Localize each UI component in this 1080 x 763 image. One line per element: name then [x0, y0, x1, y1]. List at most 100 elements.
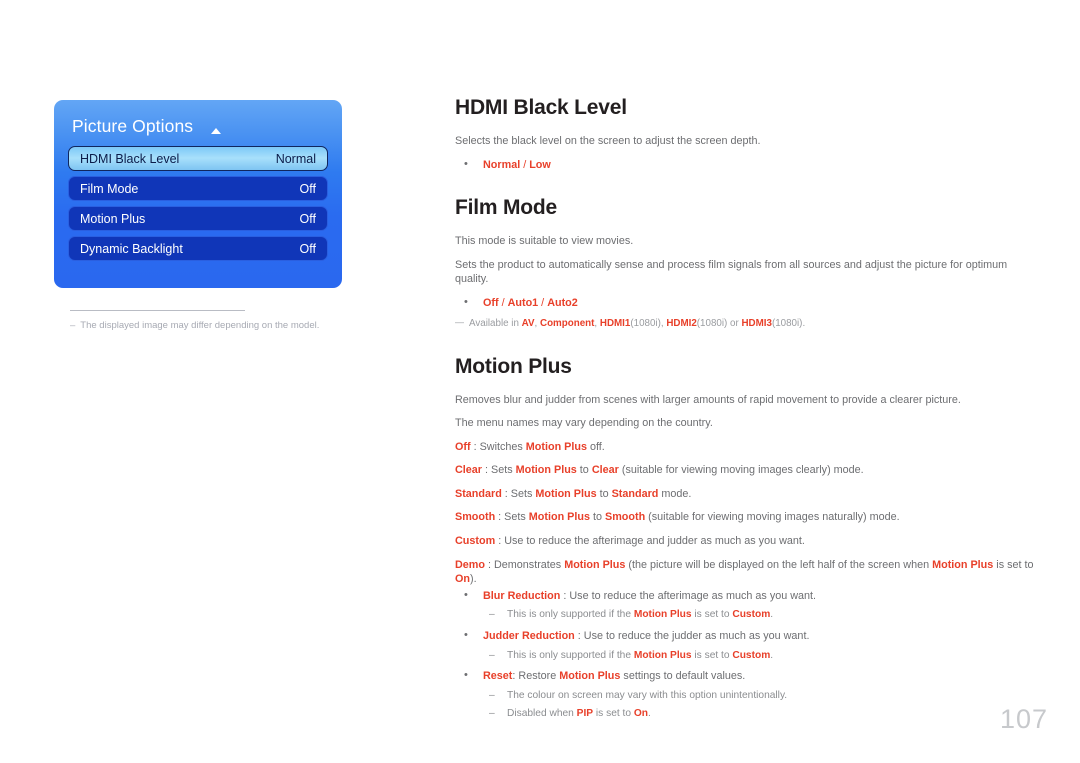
mode-target: Custom	[732, 609, 771, 621]
osd-title: Picture Options	[72, 116, 194, 136]
mode-name: Demo	[455, 558, 485, 571]
osd-row-value: Off	[299, 211, 316, 226]
option-value: Off	[483, 296, 499, 309]
osd-row-hdmi-black-level[interactable]: HDMI Black Level Normal	[68, 146, 328, 171]
feature-ref: Motion Plus	[528, 511, 590, 524]
osd-row-label: Motion Plus	[80, 211, 146, 226]
option-list-item: Off / Auto1 / Auto2	[455, 295, 1035, 311]
mode-target: Clear	[591, 464, 619, 477]
source-av: AV	[521, 318, 535, 330]
option-list-item: Normal / Low	[455, 157, 1035, 173]
osd-menu-illustration: Picture Options HDMI Black Level Normal …	[54, 100, 342, 332]
mode-name: Standard	[455, 487, 502, 500]
osd-row-film-mode[interactable]: Film Mode Off	[68, 176, 328, 201]
feature-ref: Motion Plus	[515, 464, 577, 477]
option-value: Auto2	[547, 296, 578, 309]
option-list: Normal / Low	[455, 157, 1035, 173]
mode-text: (suitable for viewing moving images natu…	[645, 511, 900, 524]
sub-note-pre: This is only supported if the	[507, 609, 634, 621]
osd-row-dynamic-backlight[interactable]: Dynamic Backlight Off	[68, 236, 328, 261]
osd-row-value: Off	[299, 181, 316, 196]
feature-ref: Motion Plus	[932, 558, 994, 571]
sub-note-mid: is set to	[691, 609, 733, 621]
option-value: Normal	[483, 158, 521, 171]
mode-text: : Sets	[501, 487, 536, 500]
divider	[70, 310, 245, 311]
availability-note: Available in AV, Component, HDMI1(1080i)…	[455, 316, 1035, 330]
section-description: Selects the black level on the screen to…	[455, 135, 761, 147]
section-heading: Motion Plus	[455, 354, 572, 378]
sub-option-list: Blur Reduction : Use to reduce the after…	[455, 588, 1035, 721]
osd-row-value: Normal	[275, 151, 316, 166]
picture-options-menu: Picture Options HDMI Black Level Normal …	[54, 100, 342, 288]
bullet-name: Blur Reduction	[483, 589, 561, 602]
mode-text: : Sets	[495, 511, 529, 524]
bullet-text: settings to default values.	[620, 670, 746, 683]
bullet-reset: Reset: Restore Motion Plus settings to d…	[455, 668, 1035, 721]
mode-off: Off : Switches Motion Plus off.	[455, 440, 1035, 455]
mode-text: (the picture will be displayed on the le…	[625, 558, 933, 571]
section-paragraph: Sets the product to automatically sense …	[455, 258, 1008, 286]
mode-text: : Sets	[482, 464, 516, 477]
section-hdmi-black-level: HDMI Black Level Selects the black level…	[455, 96, 1035, 172]
bullet-text: : Use to reduce the judder as much as yo…	[574, 629, 810, 642]
mode-standard: Standard : Sets Motion Plus to Standard …	[455, 487, 1035, 502]
mode-name: Custom	[455, 534, 496, 547]
triangle-up-icon	[211, 127, 222, 134]
mode-text: off.	[586, 440, 605, 453]
sub-note: Disabled when PIP is set to On.	[483, 707, 1035, 721]
mode-target: On	[633, 707, 648, 719]
sub-note: The colour on screen may vary with this …	[483, 689, 1035, 703]
osd-header: Picture Options	[54, 116, 342, 146]
section-motion-plus: Motion Plus Removes blur and judder from…	[455, 355, 1035, 721]
mode-target: On	[455, 573, 470, 586]
section-paragraph: This mode is suitable to view movies.	[455, 235, 634, 248]
qualifier: (1080i)	[630, 318, 661, 330]
option-list: Off / Auto1 / Auto2	[455, 295, 1035, 311]
feature-ref: Motion Plus	[535, 487, 597, 500]
source-hdmi3: HDMI3	[741, 318, 772, 330]
section-heading: HDMI Black Level	[455, 96, 627, 119]
mode-custom: Custom : Use to reduce the afterimage an…	[455, 534, 1035, 549]
feature-ref: Motion Plus	[559, 670, 621, 683]
source-hdmi1: HDMI1	[599, 318, 631, 330]
osd-row-label: Film Mode	[80, 181, 139, 196]
qualifier: (1080i)	[696, 318, 728, 330]
section-paragraph: Removes blur and judder from scenes with…	[455, 393, 961, 406]
mode-text: ).	[470, 573, 477, 586]
mode-name: Smooth	[455, 511, 496, 524]
qualifier: (1080i)	[771, 318, 803, 330]
mode-text: to	[589, 511, 605, 524]
bullet-name: Reset	[483, 670, 513, 683]
mode-text: to	[596, 487, 612, 500]
sub-note-post: .	[648, 707, 651, 719]
feature-ref: Motion Plus	[633, 609, 692, 621]
page-number: 107	[999, 704, 1048, 734]
feature-ref-pip: PIP	[576, 707, 594, 719]
period: .	[802, 318, 806, 330]
option-value: Low	[529, 158, 551, 171]
option-value: Auto1	[507, 296, 539, 309]
mode-text: : Switches	[470, 440, 526, 453]
sub-note: This is only supported if the Motion Plu…	[483, 608, 1035, 622]
sub-note-pre: This is only supported if the	[507, 649, 634, 661]
mode-text: mode.	[658, 487, 692, 500]
section-paragraph: The menu names may vary depending on the…	[455, 417, 713, 430]
bullet-blur-reduction: Blur Reduction : Use to reduce the after…	[455, 588, 1035, 622]
osd-row-motion-plus[interactable]: Motion Plus Off	[68, 206, 328, 231]
document-content: HDMI Black Level Selects the black level…	[455, 96, 1035, 727]
image-disclaimer-note: – The displayed image may differ dependi…	[70, 320, 342, 332]
bullet-text: : Restore	[512, 670, 560, 683]
mode-text: is set to	[993, 558, 1034, 571]
feature-ref: Motion Plus	[525, 440, 587, 453]
osd-row-label: HDMI Black Level	[80, 151, 180, 166]
mode-demo: Demo : Demonstrates Motion Plus (the pic…	[455, 558, 1035, 587]
bullet-name: Judder Reduction	[483, 629, 575, 642]
osd-row-label: Dynamic Backlight	[80, 241, 183, 256]
source-hdmi2: HDMI2	[666, 318, 697, 330]
mode-text: to	[576, 464, 592, 477]
osd-row-value: Off	[299, 241, 316, 256]
bullet-judder-reduction: Judder Reduction : Use to reduce the jud…	[455, 628, 1035, 662]
source-component: Component	[540, 318, 595, 330]
sub-note-post: .	[770, 649, 774, 661]
